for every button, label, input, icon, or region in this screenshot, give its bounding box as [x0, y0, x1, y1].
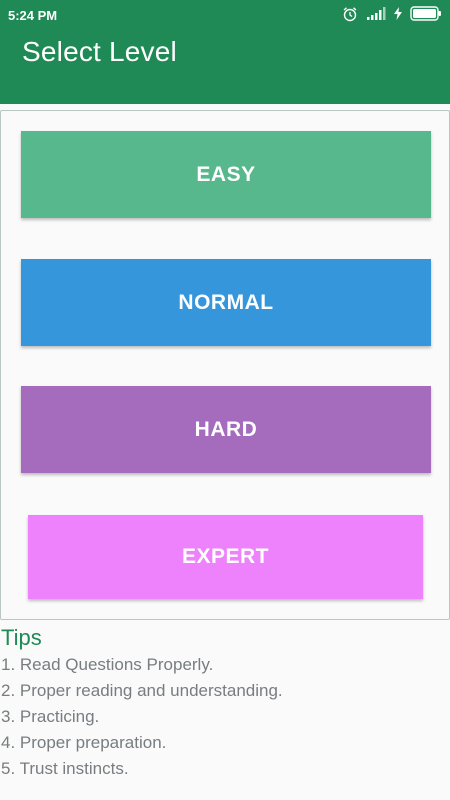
expert-button-label: EXPERT	[181, 545, 270, 568]
app-bar: Select Level	[0, 30, 450, 104]
tip-item: 3. Practicing.	[1, 707, 100, 726]
page-title: Select Level	[22, 36, 177, 67]
level-card: EASY NORMAL HARD EXPERT	[0, 110, 450, 620]
expert-button[interactable]: EXPERT	[28, 515, 423, 599]
tips-title: Tips	[1, 625, 42, 650]
hard-button-label: HARD	[194, 417, 258, 441]
signal-icon	[366, 6, 386, 24]
status-icons	[342, 6, 442, 25]
tip-item: 1. Read Questions Properly.	[1, 655, 214, 674]
tips-list: 1. Read Questions Properly. 2. Proper re…	[0, 652, 450, 782]
tip-item: 5. Trust instincts.	[1, 759, 129, 778]
hard-button[interactable]: HARD	[21, 386, 431, 473]
tips-section: Tips 1. Read Questions Properly. 2. Prop…	[0, 624, 450, 782]
alarm-icon	[342, 6, 358, 25]
tip-item: 4. Proper preparation.	[1, 733, 167, 752]
normal-button[interactable]: NORMAL	[21, 259, 431, 346]
status-bar: 5:24 PM	[0, 0, 450, 30]
tip-item: 2. Proper reading and understanding.	[1, 681, 283, 700]
easy-button-label: EASY	[196, 162, 256, 186]
battery-icon	[410, 6, 442, 24]
status-time: 5:24 PM	[8, 7, 58, 23]
charging-icon	[394, 7, 402, 23]
easy-button[interactable]: EASY	[21, 131, 431, 218]
normal-button-label: NORMAL	[178, 290, 274, 314]
